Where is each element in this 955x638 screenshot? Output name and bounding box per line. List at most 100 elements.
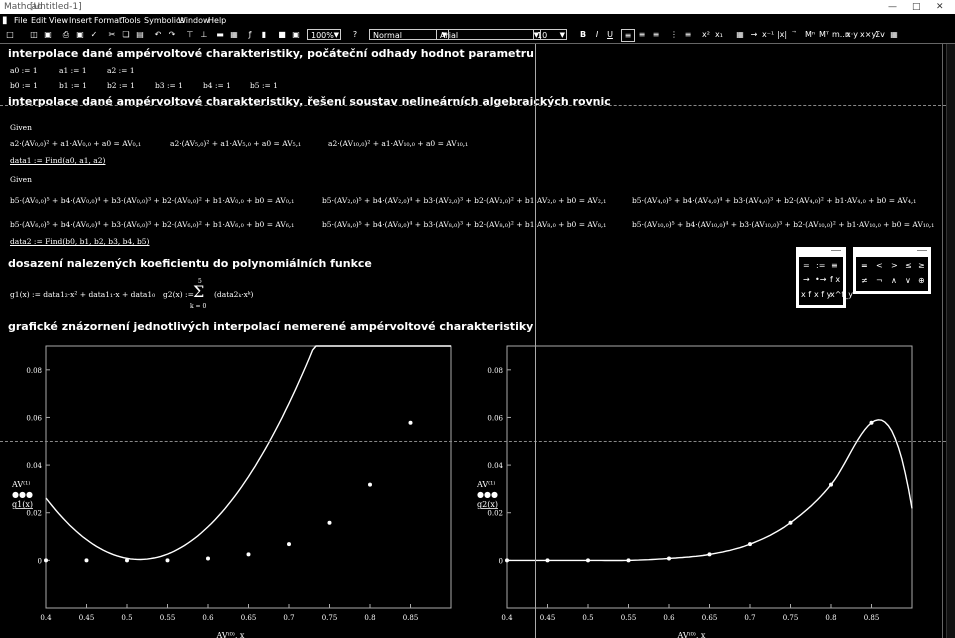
maximize-button[interactable]: □ <box>912 0 921 14</box>
open-icon[interactable]: ◫ <box>28 29 40 40</box>
guess-b0[interactable]: b0 := 1 <box>10 81 38 90</box>
palette-button-treefix[interactable]: x^f_y <box>830 290 853 299</box>
equation-b-5[interactable]: b5·(AV₁₀,₀)⁵ + b4·(AV₁₀,₀)⁴ + b3·(AV₁₀,₀… <box>632 220 934 229</box>
guess-a2[interactable]: a2 := 1 <box>107 66 135 75</box>
palette-button-global[interactable]: ≡ <box>831 261 838 270</box>
given-keyword[interactable]: Given <box>10 123 32 132</box>
numbering-icon[interactable]: ≡ <box>682 29 694 40</box>
g2-body[interactable]: (data2ₖ·xᵏ) <box>214 290 253 299</box>
cross-product-icon[interactable]: x×y <box>860 29 876 40</box>
guess-b3[interactable]: b3 := 1 <box>155 81 183 90</box>
menu-view[interactable]: View <box>49 14 68 27</box>
menu-edit[interactable]: Edit <box>31 14 47 27</box>
transpose-icon[interactable]: Mᵀ <box>818 29 830 40</box>
palette-button-infix[interactable]: x f y <box>814 290 831 299</box>
insert-matrix-icon[interactable]: ▦ <box>228 29 240 40</box>
equation-a-0[interactable]: a2·(AV₀,₀)² + a1·AV₀,₀ + a0 = AV₀,₁ <box>10 139 141 148</box>
close-button[interactable]: ✕ <box>936 0 944 14</box>
inverse-icon[interactable]: x⁻¹ <box>762 29 774 40</box>
equation-b-2[interactable]: b5·(AV₄,₀)⁵ + b4·(AV₄,₀)⁴ + b3·(AV₄,₀)³ … <box>632 196 916 205</box>
insert-component-icon[interactable]: ■ <box>276 29 288 40</box>
resource-icon[interactable]: ▣ <box>290 29 302 40</box>
guess-a1[interactable]: a1 := 1 <box>59 66 87 75</box>
align-down-icon[interactable]: ⊥ <box>198 29 210 40</box>
guess-a0[interactable]: a0 := 1 <box>10 66 38 75</box>
minimize-button[interactable]: — <box>888 0 897 14</box>
column-icon[interactable]: Mⁿ <box>804 29 816 40</box>
cut-icon[interactable]: ✂ <box>106 29 118 40</box>
palette-button-symbolic[interactable]: → <box>803 275 810 284</box>
palette-button-or[interactable]: ∨ <box>905 276 911 285</box>
underline-button[interactable]: U <box>605 29 615 40</box>
equation-a-1[interactable]: a2·(AV₅,₀)² + a1·AV₅,₀ + a0 = AV₅,₁ <box>170 139 301 148</box>
guess-b5[interactable]: b5 := 1 <box>250 81 278 90</box>
font-select[interactable]: Arial ▼ <box>436 29 541 40</box>
undo-icon[interactable]: ↶ <box>152 29 164 40</box>
paste-icon[interactable]: ▤ <box>134 29 146 40</box>
palette-button-prefix[interactable]: f x <box>830 275 840 284</box>
palette-titlebar[interactable] <box>831 250 841 251</box>
menu-window[interactable]: Window <box>178 14 210 27</box>
new-document-icon[interactable]: □ <box>4 29 16 40</box>
determinant-icon[interactable]: |x| <box>776 29 788 40</box>
align-center-icon[interactable]: ≡ <box>636 29 648 40</box>
bold-button[interactable]: B <box>578 29 588 40</box>
chart-quadratic[interactable]: 0.4 0.45 0.5 0.55 0.6 0.65 0.7 0.75 0.8 0.85 0 0.02… <box>0 340 470 638</box>
g1-definition[interactable]: g1(x) := data1₂·x² + data1₁·x + data1₀ <box>10 290 155 299</box>
dot-product-icon[interactable]: x·y <box>846 29 858 40</box>
menu-insert[interactable]: Insert <box>69 14 92 27</box>
palette-button-keyword[interactable]: •→ <box>815 275 826 284</box>
palette-button-greater[interactable]: > <box>891 261 898 270</box>
palette-button-not[interactable]: ¬ <box>876 276 883 285</box>
palette-button-ne[interactable]: ≠ <box>861 276 868 285</box>
matrix-palette-icon[interactable]: ▦ <box>734 29 746 40</box>
palette-titlebar-2[interactable] <box>917 250 927 251</box>
range-icon[interactable]: m..n <box>832 29 850 40</box>
redo-icon[interactable]: ↷ <box>166 29 178 40</box>
copy-icon[interactable]: ❏ <box>120 29 132 40</box>
palette-button-eval[interactable]: = <box>803 261 810 270</box>
g2-lhs[interactable]: g2(x) := <box>163 290 194 299</box>
palette-button-define[interactable]: := <box>816 261 825 270</box>
vector-icon[interactable]: → <box>748 29 760 40</box>
given-keyword-2[interactable]: Given <box>10 175 32 184</box>
font-size-select[interactable]: 10 ▼ <box>533 29 567 40</box>
print-preview-icon[interactable]: ▣ <box>74 29 86 40</box>
menu-tools[interactable]: Tools <box>121 14 141 27</box>
insert-function-icon[interactable]: ƒ <box>244 29 256 40</box>
insert-unit-icon[interactable]: ▮ <box>258 29 270 40</box>
app-menu-icon[interactable]: ▮ <box>2 14 8 27</box>
italic-button[interactable]: I <box>592 29 602 40</box>
guess-b1[interactable]: b1 := 1 <box>59 81 87 90</box>
palette-button-xor[interactable]: ⊕ <box>918 276 925 285</box>
align-left-icon[interactable]: ≡ <box>621 29 635 42</box>
help-icon[interactable]: ? <box>349 29 361 40</box>
equation-a-2[interactable]: a2·(AV₁₀,₀)² + a1·AV₁₀,₀ + a0 = AV₁₀,₁ <box>328 139 468 148</box>
picture-icon[interactable]: ▦ <box>888 29 900 40</box>
palette-button-ge[interactable]: ≥ <box>918 261 925 270</box>
palette-button-less[interactable]: < <box>876 261 883 270</box>
guess-b2[interactable]: b2 := 1 <box>107 81 135 90</box>
vertical-scrollbar[interactable] <box>946 44 955 638</box>
print-icon[interactable]: ⎙ <box>60 29 72 40</box>
palette-button-postfix[interactable]: x f <box>801 290 811 299</box>
menu-file[interactable]: File <box>14 14 27 27</box>
spell-check-icon[interactable]: ✓ <box>88 29 100 40</box>
palette-button-and[interactable]: ∧ <box>891 276 897 285</box>
superscript-icon[interactable]: x² <box>700 29 712 40</box>
find-data1[interactable]: data1 := Find(a0, a1, a2) <box>10 156 105 165</box>
bullets-icon[interactable]: ⋮ <box>668 29 680 40</box>
subscript-icon[interactable]: x₁ <box>713 29 725 40</box>
sum-icon[interactable]: Σv <box>874 29 886 40</box>
vectorize-icon[interactable]: ⃗ <box>790 29 802 40</box>
equation-b-1[interactable]: b5·(AV₂,₀)⁵ + b4·(AV₂,₀)⁴ + b3·(AV₂,₀)³ … <box>322 196 606 205</box>
menu-format[interactable]: Format <box>94 14 122 27</box>
align-icon[interactable]: ⊤ <box>184 29 196 40</box>
zoom-select[interactable]: 100% ▼ <box>307 29 341 40</box>
save-icon[interactable]: ▣ <box>42 29 54 40</box>
equation-b-3[interactable]: b5·(AV₆,₀)⁵ + b4·(AV₆,₀)⁴ + b3·(AV₆,₀)³ … <box>10 220 294 229</box>
insert-graph-icon[interactable]: ▬ <box>214 29 226 40</box>
equation-b-0[interactable]: b5·(AV₀,₀)⁵ + b4·(AV₀,₀)⁴ + b3·(AV₀,₀)³ … <box>10 196 294 205</box>
worksheet[interactable]: interpolace dané ampérvoltové charakteri… <box>0 44 946 638</box>
find-data2[interactable]: data2 := Find(b0, b1, b2, b3, b4, b5) <box>10 237 149 246</box>
